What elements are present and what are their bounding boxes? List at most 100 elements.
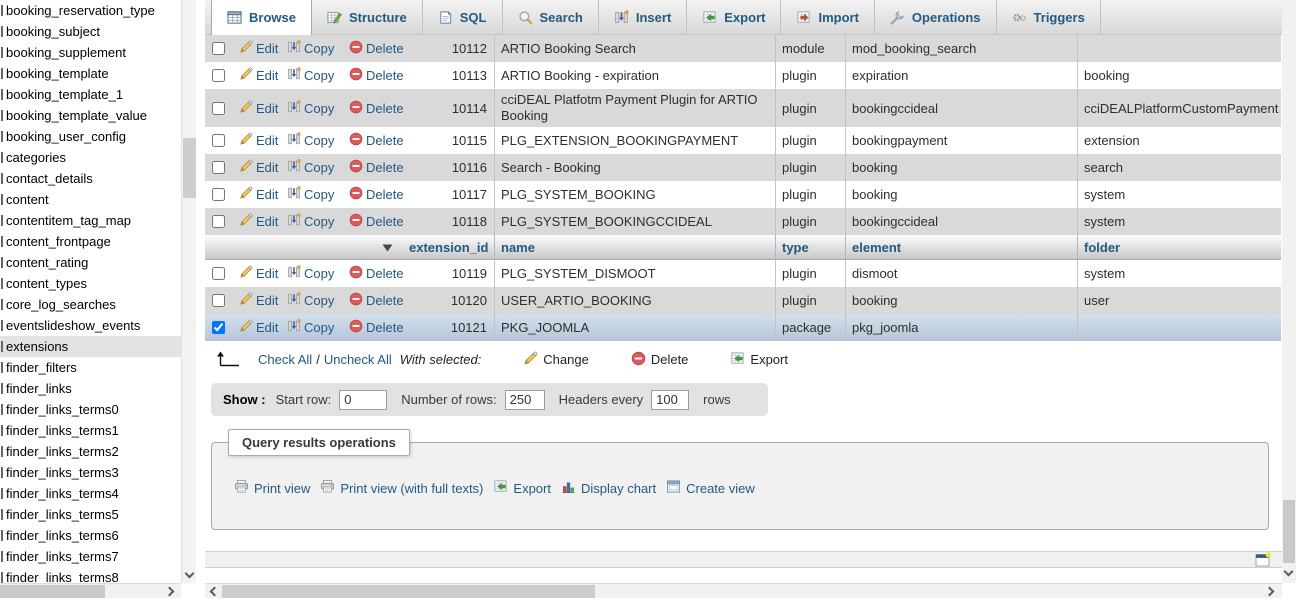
edit-link[interactable]: Edit xyxy=(256,41,278,56)
copy-link[interactable]: Copy xyxy=(304,133,334,148)
row-checkbox[interactable] xyxy=(212,321,225,334)
row-delete-action[interactable]: Delete xyxy=(341,260,403,287)
tab-triggers[interactable]: Triggers xyxy=(997,0,1101,34)
sidebar-table-item[interactable]: finder_links_terms3 xyxy=(0,462,181,483)
row-checkbox[interactable] xyxy=(212,102,225,115)
col-header-extension-id[interactable]: extension_id xyxy=(403,240,494,255)
row-checkbox[interactable] xyxy=(212,188,225,201)
row-edit-action[interactable]: Edit xyxy=(231,260,285,287)
sidebar-table-item[interactable]: booking_user_config xyxy=(0,126,181,147)
copy-link[interactable]: Copy xyxy=(304,187,334,202)
delete-link[interactable]: Delete xyxy=(366,68,404,83)
edit-link[interactable]: Edit xyxy=(256,101,278,116)
delete-link[interactable]: Delete xyxy=(366,214,404,229)
with-selected-export[interactable]: Export xyxy=(730,351,788,369)
sidebar-vertical-scrollbar[interactable] xyxy=(181,0,196,583)
sidebar-horizontal-scrollbar[interactable] xyxy=(0,583,181,598)
sidebar-table-item[interactable]: content xyxy=(0,189,181,210)
row-edit-action[interactable]: Edit xyxy=(231,89,285,127)
tab-insert[interactable]: Insert xyxy=(599,0,687,34)
sidebar-table-item[interactable]: content_frontpage xyxy=(0,231,181,252)
row-delete-action[interactable]: Delete xyxy=(341,35,403,62)
col-header-type[interactable]: type xyxy=(775,235,845,259)
check-all-link[interactable]: Check All xyxy=(258,352,312,367)
row-copy-action[interactable]: Copy xyxy=(285,127,341,154)
row-edit-action[interactable]: Edit xyxy=(231,208,285,235)
edit-link[interactable]: Edit xyxy=(256,133,278,148)
row-copy-action[interactable]: Copy xyxy=(285,35,341,62)
sidebar-table-item[interactable]: finder_links_terms1 xyxy=(0,420,181,441)
sidebar-table-item[interactable]: booking_subject xyxy=(0,21,181,42)
sidebar-table-item[interactable]: finder_links_terms6 xyxy=(0,525,181,546)
tab-sql[interactable]: SQL xyxy=(423,0,503,34)
row-checkbox[interactable] xyxy=(212,294,225,307)
col-header-name[interactable]: name xyxy=(494,235,775,259)
delete-link[interactable]: Delete xyxy=(366,41,404,56)
sidebar-table-item[interactable]: eventslideshow_events xyxy=(0,315,181,336)
row-delete-action[interactable]: Delete xyxy=(341,127,403,154)
sidebar-scroll-right-icon[interactable] xyxy=(165,587,175,597)
row-delete-action[interactable]: Delete xyxy=(341,89,403,127)
print-view-full-link[interactable]: Print view (with full texts) xyxy=(320,479,483,497)
row-copy-action[interactable]: Copy xyxy=(285,181,341,208)
sidebar-table-item[interactable]: finder_links_terms2 xyxy=(0,441,181,462)
start-row-input[interactable] xyxy=(339,390,387,410)
copy-link[interactable]: Copy xyxy=(304,160,334,175)
copy-link[interactable]: Copy xyxy=(304,41,334,56)
copy-link[interactable]: Copy xyxy=(304,101,334,116)
sidebar-scroll-down-icon[interactable] xyxy=(185,569,195,579)
row-copy-action[interactable]: Copy xyxy=(285,314,341,341)
main-vertical-scrollbar[interactable] xyxy=(1282,0,1296,583)
row-edit-action[interactable]: Edit xyxy=(231,62,285,89)
copy-link[interactable]: Copy xyxy=(304,266,334,281)
copy-link[interactable]: Copy xyxy=(304,320,334,335)
sidebar-table-item[interactable]: finder_links_terms7 xyxy=(0,546,181,567)
delete-link[interactable]: Delete xyxy=(366,101,404,116)
export-results-link[interactable]: Export xyxy=(493,479,551,497)
row-delete-action[interactable]: Delete xyxy=(341,154,403,181)
copy-link[interactable]: Copy xyxy=(304,214,334,229)
open-new-window-icon[interactable] xyxy=(1255,552,1271,570)
col-header-folder[interactable]: folder xyxy=(1077,235,1281,259)
row-edit-action[interactable]: Edit xyxy=(231,154,285,181)
sidebar-vscroll-thumb[interactable] xyxy=(183,138,196,198)
sidebar-table-item[interactable]: finder_links xyxy=(0,378,181,399)
row-delete-action[interactable]: Delete xyxy=(341,208,403,235)
sidebar-table-item[interactable]: finder_links_terms0 xyxy=(0,399,181,420)
sidebar-table-item[interactable]: finder_links_terms8 xyxy=(0,567,181,583)
headers-every-input[interactable] xyxy=(651,390,689,410)
row-copy-action[interactable]: Copy xyxy=(285,208,341,235)
create-view-link[interactable]: Create view xyxy=(666,479,755,497)
copy-link[interactable]: Copy xyxy=(304,293,334,308)
sidebar-table-item[interactable]: booking_reservation_type xyxy=(0,0,181,21)
edit-link[interactable]: Edit xyxy=(256,266,278,281)
delete-link[interactable]: Delete xyxy=(366,293,404,308)
tab-structure[interactable]: Structure xyxy=(312,0,423,34)
row-checkbox[interactable] xyxy=(212,42,225,55)
row-copy-action[interactable]: Copy xyxy=(285,154,341,181)
main-scroll-left-icon[interactable] xyxy=(210,587,220,597)
sidebar-table-item[interactable]: contentitem_tag_map xyxy=(0,210,181,231)
row-copy-action[interactable]: Copy xyxy=(285,287,341,314)
row-checkbox[interactable] xyxy=(212,267,225,280)
row-delete-action[interactable]: Delete xyxy=(341,62,403,89)
row-checkbox[interactable] xyxy=(212,69,225,82)
sidebar-table-item[interactable]: content_types xyxy=(0,273,181,294)
tab-browse[interactable]: Browse xyxy=(211,0,312,35)
delete-link[interactable]: Delete xyxy=(366,320,404,335)
sidebar-table-item[interactable]: contact_details xyxy=(0,168,181,189)
edit-link[interactable]: Edit xyxy=(256,293,278,308)
delete-link[interactable]: Delete xyxy=(366,133,404,148)
sidebar-table-item[interactable]: categories xyxy=(0,147,181,168)
edit-link[interactable]: Edit xyxy=(256,187,278,202)
sidebar-table-item[interactable]: extensions xyxy=(0,336,181,357)
tab-operations[interactable]: Operations xyxy=(875,0,997,34)
sidebar-table-item[interactable]: booking_template xyxy=(0,63,181,84)
row-edit-action[interactable]: Edit xyxy=(231,287,285,314)
edit-link[interactable]: Edit xyxy=(256,320,278,335)
sidebar-table-item[interactable]: booking_supplement xyxy=(0,42,181,63)
row-checkbox[interactable] xyxy=(212,215,225,228)
tab-import[interactable]: Import xyxy=(781,0,874,34)
edit-link[interactable]: Edit xyxy=(256,214,278,229)
delete-link[interactable]: Delete xyxy=(366,187,404,202)
